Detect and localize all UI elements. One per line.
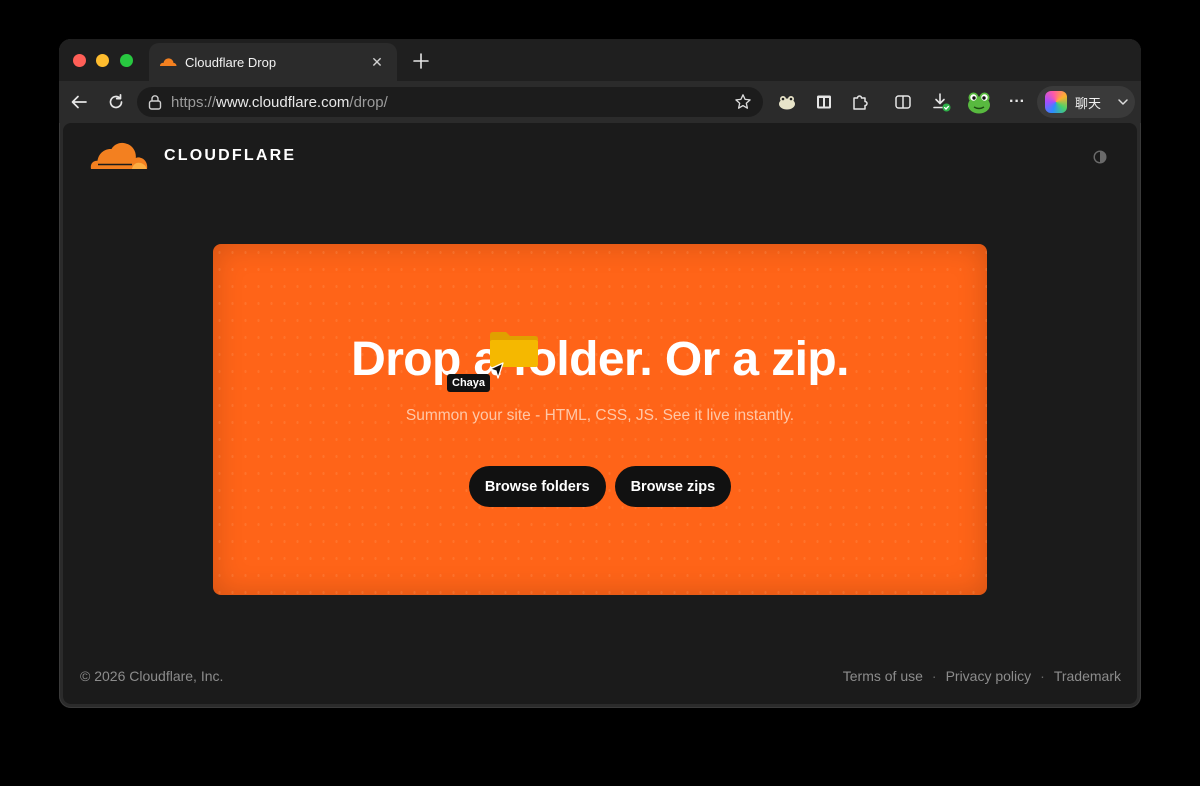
browser-window: Cloudflare Drop ✕ https://www.cloudflare… <box>59 39 1141 708</box>
footer-separator: · <box>1040 668 1045 684</box>
window-minimize-button[interactable] <box>96 54 109 67</box>
back-button[interactable] <box>67 90 91 114</box>
reload-icon <box>109 93 123 109</box>
cursor-icon <box>489 362 504 379</box>
reload-button[interactable] <box>104 90 128 114</box>
back-icon <box>71 95 87 109</box>
terms-of-use-link[interactable]: Terms of use <box>843 668 923 684</box>
page-footer: © 2026 Cloudflare, Inc. Terms of use · P… <box>63 668 1137 688</box>
cloudflare-favicon-icon <box>159 56 177 68</box>
page-content: CLOUDFLARE Drop a folder. Or a zip. Summ… <box>63 123 1137 704</box>
address-bar[interactable]: https://www.cloudflare.com/drop/ <box>137 87 763 117</box>
tab-cloudflare-drop[interactable]: Cloudflare Drop ✕ <box>149 43 397 81</box>
brand-wordmark: CLOUDFLARE <box>164 147 297 164</box>
tab-strip: Cloudflare Drop ✕ <box>59 39 1141 81</box>
chevron-down-icon[interactable] <box>1117 96 1129 108</box>
hero-buttons: Browse folders Browse zips <box>213 466 987 507</box>
url-path: /drop/ <box>349 93 388 111</box>
theme-toggle-icon[interactable] <box>1093 150 1107 164</box>
browser-toolbar: https://www.cloudflare.com/drop/ ··· 聊天 <box>59 81 1141 123</box>
trademark-link[interactable]: Trademark <box>1054 668 1121 684</box>
tab-title: Cloudflare Drop <box>185 54 277 70</box>
url-text: https://www.cloudflare.com/drop/ <box>171 94 733 111</box>
puzzle-icon[interactable] <box>848 90 872 114</box>
url-scheme: https:// <box>171 93 217 111</box>
window-close-button[interactable] <box>73 54 86 67</box>
tab-close-icon[interactable]: ✕ <box>369 54 385 71</box>
more-icon[interactable]: ··· <box>1005 90 1029 114</box>
drag-user-tag: Chaya <box>447 374 491 392</box>
url-host: www.cloudflare.com <box>216 93 350 111</box>
browse-folders-button[interactable]: Browse folders <box>468 466 606 507</box>
browse-zips-button[interactable]: Browse zips <box>614 466 732 507</box>
extension-frog-icon[interactable] <box>775 90 799 114</box>
downloads-icon[interactable] <box>929 90 953 114</box>
lock-icon[interactable] <box>147 94 163 110</box>
footer-links: Terms of use · Privacy policy · Trademar… <box>843 668 1121 684</box>
drop-zone[interactable]: Drop a folder. Or a zip. Summon your sit… <box>213 244 987 595</box>
copyright-text: © 2026 Cloudflare, Inc. <box>80 668 224 684</box>
split-screen-icon[interactable] <box>891 90 915 114</box>
hero-title: Drop a folder. Or a zip. <box>351 333 849 386</box>
frog-avatar-icon[interactable] <box>965 88 993 116</box>
cloudflare-cloud-icon <box>90 142 148 169</box>
favorite-star-icon[interactable] <box>733 92 753 112</box>
copilot-icon <box>1045 91 1067 113</box>
copilot-button[interactable]: 聊天 <box>1037 86 1135 118</box>
privacy-policy-link[interactable]: Privacy policy <box>946 668 1032 684</box>
hero-subtitle: Summon your site - HTML, CSS, JS. See it… <box>405 407 795 424</box>
copilot-label: 聊天 <box>1075 95 1102 111</box>
plus-icon <box>413 53 429 69</box>
window-maximize-button[interactable] <box>120 54 133 67</box>
footer-separator: · <box>931 668 937 684</box>
new-tab-button[interactable] <box>409 49 433 73</box>
reading-view-icon[interactable] <box>812 90 836 114</box>
cloudflare-logo[interactable]: CLOUDFLARE <box>88 141 296 171</box>
